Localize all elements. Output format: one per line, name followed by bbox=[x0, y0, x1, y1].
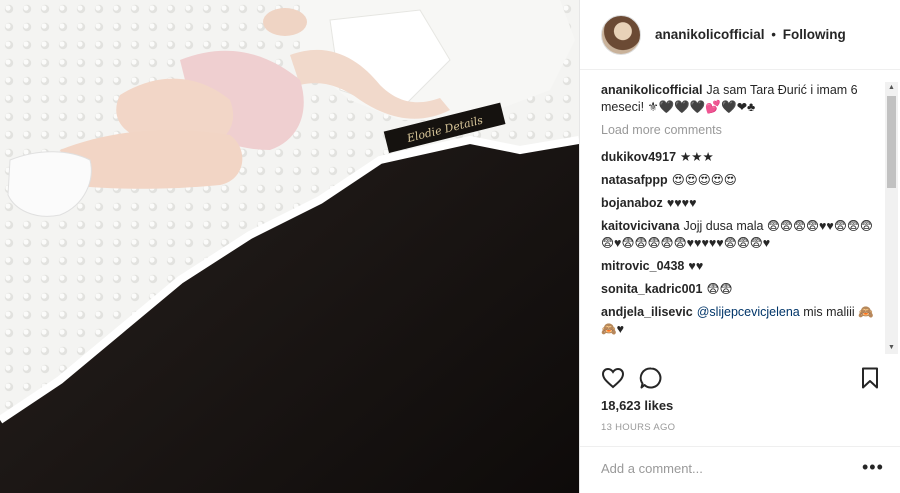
comment-username[interactable]: mitrovic_0438 bbox=[601, 259, 684, 273]
add-comment-section: Add a comment... ••• bbox=[580, 446, 900, 493]
bookmark-icon[interactable] bbox=[858, 366, 882, 390]
action-bar bbox=[601, 366, 883, 390]
comment-item: natasafppp 😍😍😍😍😍 bbox=[601, 172, 883, 189]
caption-username[interactable]: ananikolicofficial bbox=[601, 83, 702, 97]
comment-item: andjela_ilisevic @slijepcevicjelena mis m… bbox=[601, 304, 883, 338]
comment-text: ♥♥♥♥ bbox=[666, 196, 697, 210]
likes-count[interactable]: 18,623 likes bbox=[601, 398, 673, 413]
header-separator: • bbox=[771, 27, 777, 42]
scrollbar-thumb[interactable] bbox=[887, 96, 896, 188]
comment-username[interactable]: bojanaboz bbox=[601, 196, 663, 210]
comment-icon[interactable] bbox=[639, 366, 663, 390]
scroll-down-arrow-icon[interactable]: ▼ bbox=[885, 342, 898, 354]
comment-item: mitrovic_0438 ♥♥ bbox=[601, 258, 883, 275]
more-icon[interactable]: ••• bbox=[862, 457, 884, 478]
comment-username[interactable]: natasafppp bbox=[601, 173, 668, 187]
post-timestamp[interactable]: 13 HOURS AGO bbox=[601, 422, 675, 433]
heart-icon[interactable] bbox=[601, 366, 625, 390]
comment-text: 😍😍😍😍😍 bbox=[671, 173, 737, 187]
post-photo[interactable]: Elodie Details bbox=[0, 0, 579, 493]
comment-username[interactable]: kaitovicivana bbox=[601, 219, 680, 233]
add-comment-input[interactable]: Add a comment... bbox=[601, 461, 703, 476]
comment-item: sonita_kadric001 😨😨 bbox=[601, 281, 883, 298]
comment-username[interactable]: andjela_ilisevic bbox=[601, 305, 693, 319]
following-button[interactable]: Following bbox=[783, 27, 846, 42]
scroll-up-arrow-icon[interactable]: ▲ bbox=[885, 82, 898, 94]
comment-item: dukikov4917 ★★★ bbox=[601, 149, 883, 166]
header-text: ananikolicofficial • Following bbox=[655, 27, 846, 42]
comment-item: kaitovicivana Jojj dusa mala 😨😨😨😨♥♥😨😨😨😨♥😨… bbox=[601, 218, 883, 252]
comment-username[interactable]: dukikov4917 bbox=[601, 150, 676, 164]
avatar[interactable] bbox=[601, 14, 641, 55]
comment-text: ♥♥ bbox=[688, 259, 704, 273]
comment-text: 😨😨 bbox=[706, 282, 733, 296]
comment-username[interactable]: sonita_kadric001 bbox=[601, 282, 702, 296]
comment-mention-link[interactable]: @slijepcevicjelena bbox=[697, 305, 800, 319]
comment-item: bojanaboz ♥♥♥♥ bbox=[601, 195, 883, 212]
post-side-panel: ananikolicofficial • Following ananikoli… bbox=[579, 0, 900, 493]
comments-scrollbar[interactable]: ▲ ▼ bbox=[885, 82, 898, 354]
caption: ananikolicofficial Ja sam Tara Đurić i im… bbox=[601, 82, 883, 116]
post-header: ananikolicofficial • Following bbox=[580, 0, 900, 70]
username-link[interactable]: ananikolicofficial bbox=[655, 27, 765, 42]
comments-list[interactable]: ananikolicofficial Ja sam Tara Đurić i im… bbox=[601, 82, 883, 354]
comment-text: ★★★ bbox=[680, 150, 714, 164]
load-more-comments-link[interactable]: Load more comments bbox=[601, 122, 883, 139]
